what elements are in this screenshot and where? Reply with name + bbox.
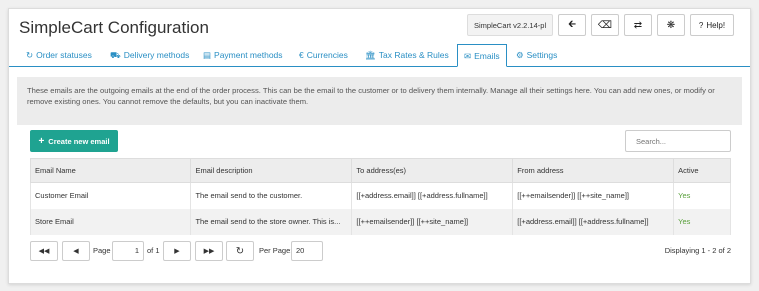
refresh-button[interactable]: ↻	[226, 241, 254, 261]
tab-bar: ↻ Order statuses ⛟ Delivery methods ▤ Payme…	[9, 44, 750, 67]
tab-emails[interactable]: ✉ Emails	[457, 44, 507, 67]
table-row[interactable]: Customer Email The email send to the cus…	[29, 182, 731, 209]
tab-payment-methods[interactable]: ▤ Payment methods	[203, 44, 283, 66]
page-count-label: of 1	[147, 246, 160, 255]
bug-icon: ❋	[666, 19, 676, 31]
version-badge: SimpleCart v2.2.14-pl	[467, 14, 554, 36]
create-email-button[interactable]: + Create new email	[30, 130, 118, 152]
debug-button[interactable]: ❋	[657, 14, 685, 36]
shuffle-button[interactable]: ⇄	[624, 14, 652, 36]
tab-tax-rates[interactable]: 🏛 Tax Rates & Rules	[365, 44, 449, 66]
first-page-button[interactable]: ◀◀	[30, 241, 58, 261]
column-header[interactable]: To address(es)	[351, 158, 514, 183]
chevron-left-icon: ◀	[73, 248, 79, 255]
truck-icon: ⛟	[110, 50, 121, 60]
table-cell: [[++emailsender]] [[++site_name]]	[512, 182, 675, 209]
clear-cache-button[interactable]: ⌫	[591, 14, 619, 36]
column-header[interactable]: Email description	[190, 158, 353, 183]
help-label: Help!	[706, 20, 726, 30]
help-button[interactable]: ? Help!	[690, 14, 734, 36]
back-button[interactable]: 🡰	[558, 14, 586, 36]
next-page-button[interactable]: ▶	[163, 241, 191, 261]
per-page-input[interactable]: 20	[291, 241, 323, 261]
bank-icon: 🏛	[365, 50, 376, 60]
header: SimpleCart Configuration SimpleCart v2.2…	[9, 9, 750, 45]
refresh-icon: ↻	[26, 50, 34, 60]
tab-settings[interactable]: ⚙ Settings	[516, 44, 557, 66]
page-label: Page	[93, 246, 111, 255]
pagination-bar: ◀◀ ◀ Page 1 of 1 ▶ ▶▶ ↻ Per Page: 20 Dis…	[30, 241, 731, 263]
last-page-button[interactable]: ▶▶	[195, 241, 223, 261]
displaying-count: Displaying 1 - 2 of 2	[664, 246, 731, 255]
tab-order-statuses[interactable]: ↻ Order statuses	[26, 44, 92, 66]
tab-currencies[interactable]: € Currencies	[299, 44, 348, 66]
double-chevron-right-icon: ▶▶	[203, 248, 215, 255]
active-status: Yes	[673, 208, 731, 235]
create-email-label: Create new email	[48, 136, 110, 146]
search-input[interactable]	[625, 130, 731, 152]
double-chevron-left-icon: ◀◀	[38, 248, 50, 255]
envelope-icon: ✉	[464, 51, 472, 61]
table-cell: The email send to the store owner. This …	[190, 208, 353, 235]
refresh-icon: ↻	[235, 245, 245, 257]
euro-icon: €	[299, 50, 304, 60]
emails-table: Email Name Email description To address(…	[29, 158, 731, 235]
prev-page-button[interactable]: ◀	[62, 241, 90, 261]
table-cell: The email send to the customer.	[190, 182, 353, 209]
column-header[interactable]: From address	[512, 158, 675, 183]
credit-card-icon: ▤	[203, 50, 212, 60]
active-status: Yes	[673, 182, 731, 209]
column-header[interactable]: Email Name	[29, 158, 192, 183]
page-title: SimpleCart Configuration	[19, 18, 209, 37]
per-page-label: Per Page:	[259, 246, 293, 255]
tab-delivery-methods[interactable]: ⛟ Delivery methods	[110, 44, 189, 66]
gear-icon: ⚙	[516, 50, 524, 60]
table-cell: Customer Email	[29, 182, 192, 209]
shuffle-icon: ⇄	[633, 19, 643, 31]
question-icon: ?	[698, 20, 704, 30]
column-header[interactable]: Active	[673, 158, 731, 183]
eraser-icon: ⌫	[597, 19, 613, 31]
table-cell: [[++emailsender]] [[++site_name]]	[351, 208, 514, 235]
arrow-left-icon: 🡰	[567, 18, 577, 30]
table-cell: [[+address.email]] [[+address.fullname]]	[351, 182, 514, 209]
page-number-input[interactable]: 1	[112, 241, 144, 261]
plus-icon: +	[38, 135, 45, 147]
table-cell: [[+address.email]] [[+address.fullname]]	[512, 208, 675, 235]
chevron-right-icon: ▶	[174, 248, 180, 255]
intro-text: These emails are the outgoing emails at …	[17, 77, 742, 125]
table-row[interactable]: Store Email The email send to the store …	[29, 208, 731, 235]
table-cell: Store Email	[29, 208, 192, 235]
config-window: SimpleCart Configuration SimpleCart v2.2…	[8, 8, 751, 284]
